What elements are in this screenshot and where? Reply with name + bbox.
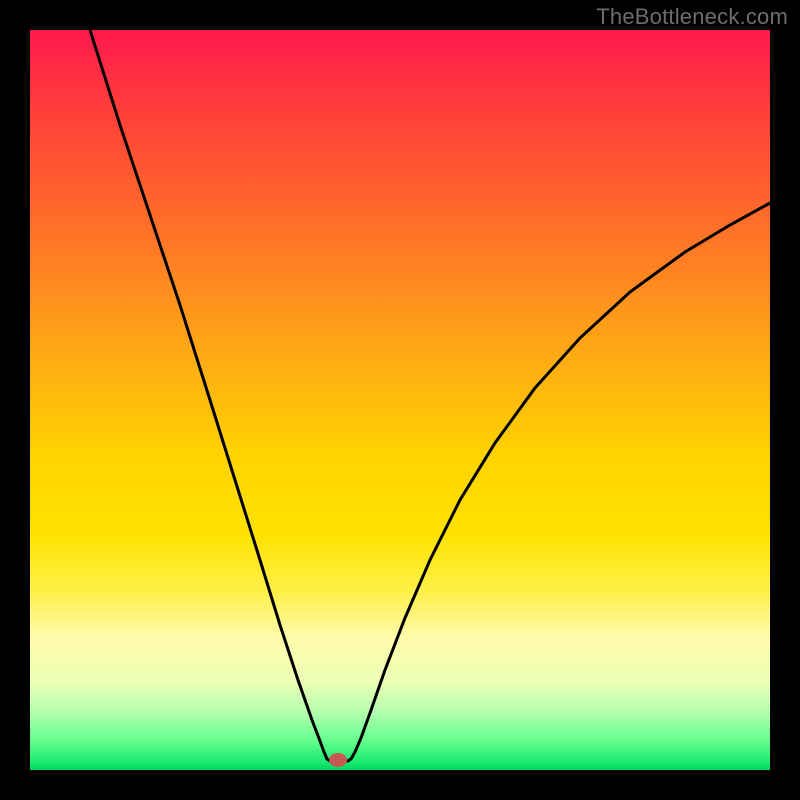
bottleneck-curve	[90, 30, 770, 761]
plot-area	[30, 30, 770, 770]
curve-svg	[30, 30, 770, 770]
chart-frame: TheBottleneck.com	[0, 0, 800, 800]
watermark-text: TheBottleneck.com	[596, 4, 788, 30]
minimum-marker	[329, 753, 347, 767]
